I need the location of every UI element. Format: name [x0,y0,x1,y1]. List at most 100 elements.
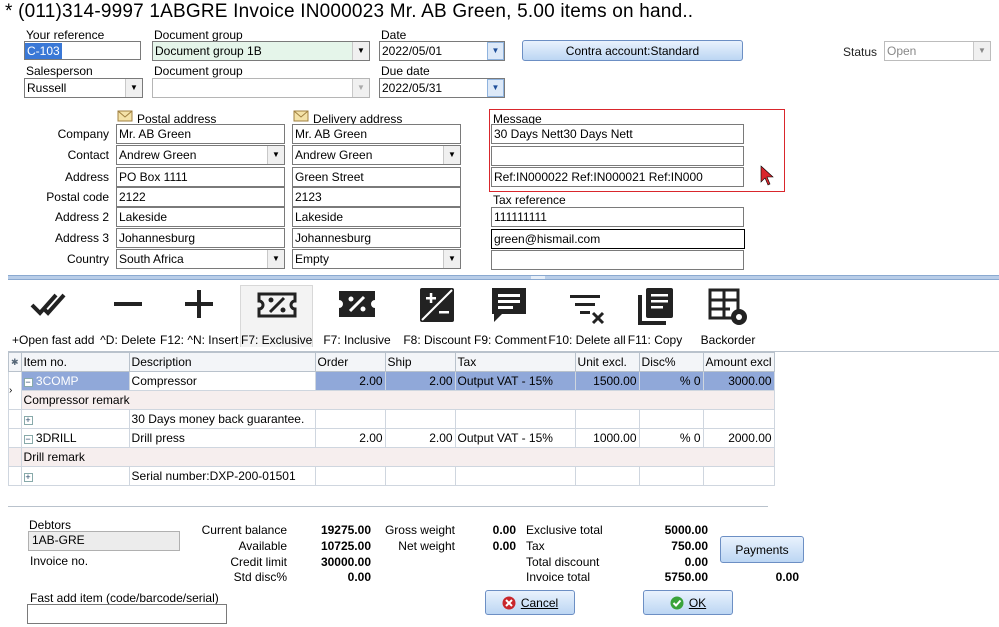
payments-button[interactable]: Payments [720,536,804,563]
column-header-amount-excl[interactable]: Amount excl [702,352,775,372]
email-input[interactable]: green@hismail.com [491,229,745,249]
postal-code-input[interactable]: 2122 [116,187,285,207]
unit-excl-cell[interactable]: 1500.00 [574,371,640,391]
postal-address2-input[interactable]: Lakeside [116,207,285,227]
chevron-down-icon[interactable]: ▼ [443,250,460,268]
chevron-down-icon[interactable]: ▼ [973,42,990,60]
postal-company-input[interactable]: Mr. AB Green [116,124,285,144]
insert-button[interactable]: F12: ^N: Insert [160,285,238,347]
delivery-company-input[interactable]: Mr. AB Green [292,124,461,144]
column-header-description[interactable]: Description [128,352,316,372]
postal-address3-input[interactable]: Johannesburg [116,228,285,248]
row-selector[interactable] [8,428,22,448]
postal-country-select[interactable]: South Africa ▼ [116,249,285,269]
tax-cell[interactable]: Output VAT - 15% [454,371,576,391]
delivery-address-input[interactable]: Green Street [292,167,461,187]
order-cell[interactable]: 2.00 [314,371,386,391]
column-header-tax[interactable]: Tax [454,352,576,372]
delivery-address2-input[interactable]: Lakeside [292,207,461,227]
due-date-input[interactable]: 2022/05/31 ▼ [379,78,505,98]
serial-cell[interactable]: 30 Days money back guarantee. [128,409,316,429]
ship-cell[interactable]: 2.00 [384,428,456,448]
delete-button[interactable]: ^D: Delete [98,285,158,347]
delivery-country-select[interactable]: Empty ▼ [292,249,461,269]
row-selector-header[interactable]: ✱ [8,352,22,372]
column-header-order[interactable]: Order [314,352,386,372]
description-cell[interactable]: Compressor [128,371,316,391]
extra-message-input[interactable] [491,250,744,270]
collapse-icon[interactable]: − [23,435,33,444]
copy-icon [638,288,673,325]
expand-icon[interactable]: + [23,416,33,425]
amount-excl-cell[interactable]: 3000.00 [702,371,775,391]
chevron-down-icon[interactable]: ▼ [125,79,142,97]
remark-cell[interactable]: Compressor remark [20,390,775,410]
ok-button[interactable]: OK [643,590,733,615]
delivery-postal-code-input[interactable]: 2123 [292,187,461,207]
chevron-down-icon[interactable]: ▼ [352,42,369,60]
row-selector[interactable] [8,466,22,486]
document-group-select[interactable]: Document group 1B ▼ [152,41,370,61]
chevron-down-icon[interactable]: ▼ [352,79,369,97]
column-header-ship[interactable]: Ship [384,352,456,372]
disc-cell[interactable]: % 0 [638,371,704,391]
item-cell[interactable]: − 3COMP [20,371,130,391]
chevron-down-icon[interactable]: ▼ [267,250,284,268]
backorder-button[interactable]: Backorder [692,285,764,347]
expand-cell[interactable]: + [20,409,130,429]
column-header-item-no[interactable]: Item no. [20,352,130,372]
order-cell[interactable]: 2.00 [314,428,386,448]
delete-all-button[interactable]: F10: Delete all [548,285,626,347]
tax-cell[interactable]: Output VAT - 15% [454,428,576,448]
remark-row[interactable]: Drill remark [8,447,775,467]
row-selector[interactable] [8,409,22,429]
discount-button[interactable]: F8: Discount [402,285,472,347]
remark-cell[interactable]: Drill remark [20,447,775,467]
disc-cell[interactable]: % 0 [638,428,704,448]
chevron-down-icon[interactable]: ▼ [443,146,460,164]
collapse-icon[interactable]: − [23,378,33,387]
serial-row[interactable]: + 30 Days money back guarantee. [8,409,775,429]
tax-reference-input[interactable]: 111111111 [491,207,744,227]
column-header-unit-excl[interactable]: Unit excl. [574,352,640,372]
open-fast-add-button[interactable]: +Open fast add [12,285,94,347]
fast-add-input[interactable] [27,604,227,624]
salesperson-select[interactable]: Russell ▼ [24,78,143,98]
copy-button[interactable]: F11: Copy [626,285,684,347]
message-line2-input[interactable] [491,146,744,166]
splitter-bar[interactable] [8,275,999,280]
exclusive-button[interactable]: F7: Exclusive [240,285,313,347]
comment-button[interactable]: F9: Comment [474,285,547,347]
calendar-dropdown-icon[interactable]: ▼ [487,79,504,97]
status-select[interactable]: Open ▼ [884,41,991,61]
row-selector[interactable] [8,447,22,467]
item-cell[interactable]: − 3DRILL [20,428,130,448]
ship-cell[interactable]: 2.00 [384,371,456,391]
cancel-button[interactable]: Cancel [485,590,575,615]
message-line3-input[interactable]: Ref:IN000022 Ref:IN000021 Ref:IN000 [491,167,744,187]
date-input[interactable]: 2022/05/01 ▼ [379,41,505,61]
postal-contact-select[interactable]: Andrew Green ▼ [116,145,285,165]
description-cell[interactable]: Drill press [128,428,316,448]
contra-account-button[interactable]: Contra account:Standard [522,40,743,61]
inclusive-button[interactable]: F7: Inclusive [322,285,392,347]
unit-excl-cell[interactable]: 1000.00 [574,428,640,448]
message-line1-input[interactable]: 30 Days Nett30 Days Nett [491,124,744,144]
amount-excl-cell[interactable]: 2000.00 [702,428,775,448]
remark-row[interactable]: Compressor remark [9,390,775,410]
your-reference-input[interactable]: C-103 [24,41,141,60]
document-group2-select[interactable]: ▼ [152,78,370,98]
delivery-address3-input[interactable]: Johannesburg [292,228,461,248]
table-row[interactable]: − 3DRILL Drill press 2.00 2.00 Output VA… [8,428,775,448]
serial-cell[interactable]: Serial number:DXP-200-01501 [128,466,316,486]
chevron-down-icon[interactable]: ▼ [267,146,284,164]
expand-icon[interactable]: + [23,473,33,482]
column-header-disc[interactable]: Disc% [638,352,704,372]
calendar-dropdown-icon[interactable]: ▼ [487,42,504,60]
delivery-contact-select[interactable]: Andrew Green ▼ [292,145,461,165]
expand-cell[interactable]: + [20,466,130,486]
serial-row[interactable]: + Serial number:DXP-200-01501 [8,466,775,486]
table-row[interactable]: › − 3COMP Compressor 2.00 2.00 Output VA… [8,371,775,410]
splitter-grip[interactable] [531,276,545,279]
postal-address-input[interactable]: PO Box 1111 [116,167,285,187]
